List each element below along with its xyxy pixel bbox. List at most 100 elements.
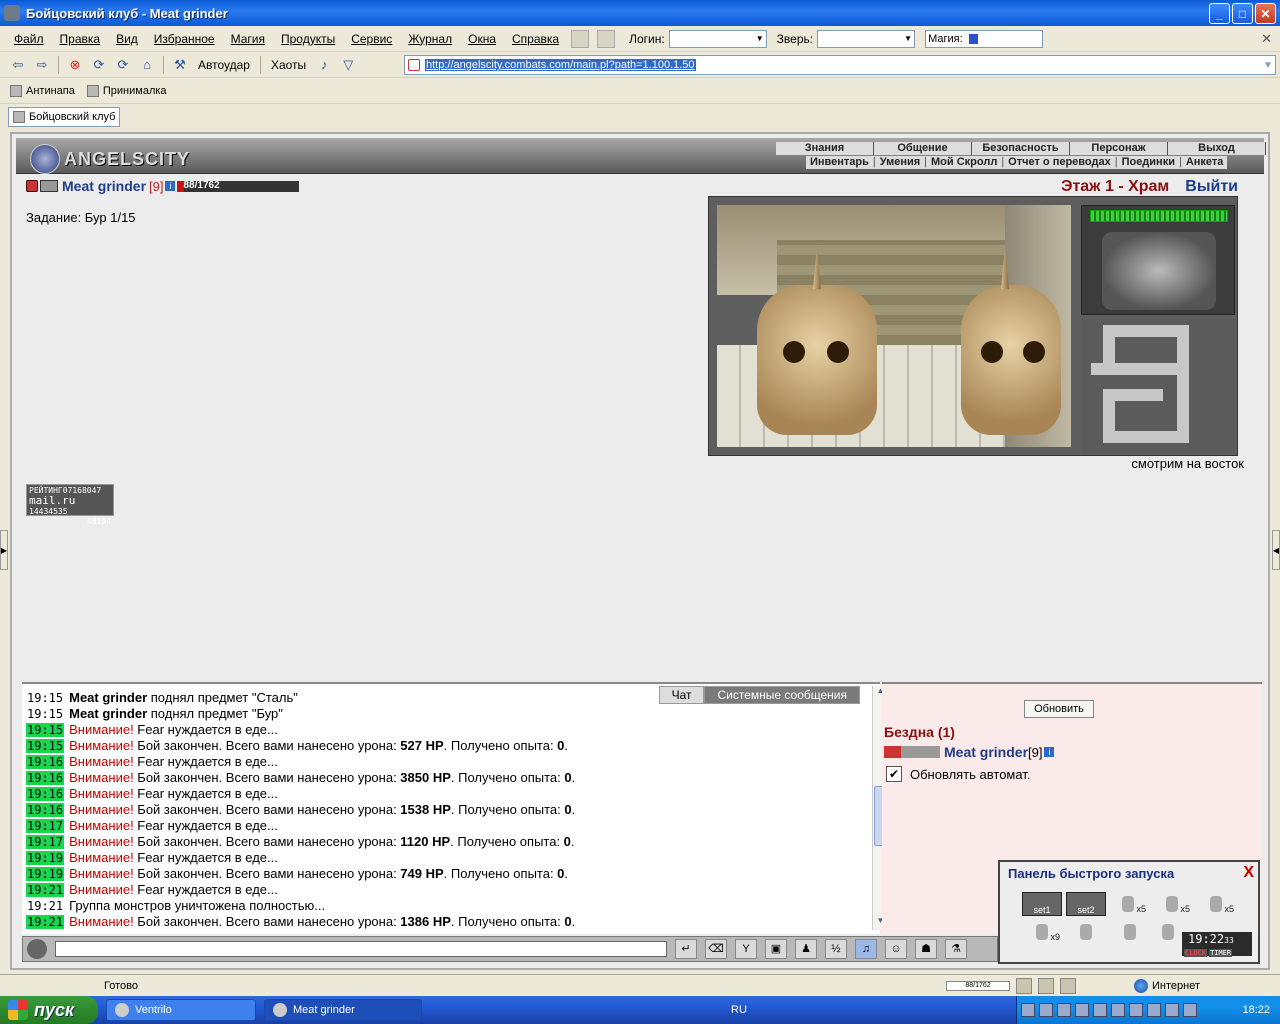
nav-exit[interactable]: Выход (1168, 142, 1266, 155)
chat-timestamp[interactable]: 19:16 (26, 787, 65, 801)
nav-character[interactable]: Персонаж (1070, 142, 1168, 155)
address-url[interactable]: http://angelscity.combats.com/main.pl?pa… (425, 59, 696, 71)
start-button[interactable]: пуск (0, 996, 98, 1024)
address-bar[interactable]: http://angelscity.combats.com/main.pl?pa… (404, 55, 1276, 75)
minimize-button[interactable]: _ (1209, 3, 1230, 24)
item-slot[interactable] (1118, 920, 1148, 944)
potion-slot[interactable]: x5 (1116, 892, 1146, 916)
tray-icon[interactable] (1093, 1003, 1107, 1017)
potion-slot[interactable]: x9 (1030, 920, 1060, 944)
exit-link[interactable]: Выйти (1185, 178, 1238, 196)
left-pane-toggle-icon[interactable]: ▶ (0, 530, 8, 570)
timer-mode-button[interactable]: TIMER (1209, 949, 1233, 957)
chat-timestamp[interactable]: 19:15 (26, 739, 65, 753)
language-indicator[interactable]: RU (731, 1004, 747, 1016)
filter-icon[interactable]: Y (735, 939, 757, 959)
nav-communication[interactable]: Общение (874, 142, 972, 155)
tray-icon[interactable] (1075, 1003, 1089, 1017)
tab-chat[interactable]: Чат (658, 686, 705, 704)
refresh-button[interactable]: Обновить (1024, 700, 1094, 718)
tray-icon[interactable] (1183, 1003, 1197, 1017)
tab-fight-club[interactable]: Бойцовский клуб (8, 107, 121, 127)
computer-icon[interactable] (1060, 977, 1076, 994)
taskbar-ventrilo[interactable]: Ventrilo (106, 999, 256, 1021)
menu-edit[interactable]: Правка (52, 32, 109, 46)
menu-view[interactable]: Вид (108, 32, 146, 46)
chat-input[interactable] (55, 941, 667, 957)
menu-windows[interactable]: Окна (460, 32, 504, 46)
chaos-dropdown[interactable]: Хаоты (265, 58, 312, 72)
back-icon[interactable]: ⇦ (8, 55, 28, 75)
tray-icon[interactable] (1057, 1003, 1071, 1017)
nav-my-scroll[interactable]: Мой Скролл (927, 156, 1001, 169)
menu-file[interactable]: Файл (6, 32, 52, 46)
maximize-button[interactable]: □ (1232, 3, 1253, 24)
chat-timestamp[interactable]: 19:21 (26, 899, 64, 913)
chat-timestamp[interactable]: 19:19 (26, 867, 65, 881)
clock-icon[interactable] (1016, 977, 1032, 994)
right-pane-toggle-icon[interactable]: ◀ (1272, 530, 1280, 570)
game-logo[interactable]: ANGELSCITY (30, 144, 190, 174)
auto-refresh-option[interactable]: ✔ Обновлять автомат. (886, 766, 1030, 782)
filter-icon[interactable]: ▽ (338, 55, 358, 75)
beast-select[interactable]: ▼ (817, 29, 916, 48)
chat-timestamp[interactable]: 19:15 (26, 707, 64, 721)
skull-monster[interactable] (757, 245, 877, 435)
tab-system-messages[interactable]: Системные сообщения (704, 686, 860, 704)
music-icon[interactable]: ♫ (855, 939, 877, 959)
chat-timestamp[interactable]: 19:17 (26, 819, 65, 833)
movement-compass[interactable] (1102, 232, 1216, 310)
info-icon[interactable]: i (1044, 747, 1055, 757)
tools-icon[interactable]: ⚒ (170, 55, 190, 75)
home-icon[interactable]: ⌂ (137, 55, 157, 75)
link-receiver[interactable]: Принималка (86, 84, 167, 97)
skull-monster[interactable] (961, 245, 1061, 435)
nav-transfer-report[interactable]: Отчет о переводах (1004, 156, 1115, 169)
clock-mode-button[interactable]: CLOCK (1184, 949, 1208, 957)
save-icon[interactable]: ▣ (765, 939, 787, 959)
lightbulb-icon[interactable] (597, 29, 616, 48)
chat-timestamp[interactable]: 19:16 (26, 771, 65, 785)
set2-slot[interactable]: set2 (1066, 892, 1106, 916)
tray-icon[interactable] (1111, 1003, 1125, 1017)
set1-slot[interactable]: set1 (1022, 892, 1062, 916)
link-antinapa[interactable]: Антинапа (10, 84, 75, 97)
nav-skills[interactable]: Умения (876, 156, 924, 169)
online-user-name[interactable]: Meat grinder (944, 744, 1028, 760)
chat-timestamp[interactable]: 19:19 (26, 851, 65, 865)
auto-refresh-checkbox[interactable]: ✔ (886, 766, 902, 782)
nav-profile[interactable]: Анкета (1182, 156, 1228, 169)
item-slot[interactable] (1074, 920, 1104, 944)
chat-avatar-icon[interactable] (27, 939, 47, 959)
tray-icon[interactable] (1147, 1003, 1161, 1017)
dungeon-view[interactable] (717, 205, 1071, 447)
close-button[interactable]: ✕ (1255, 3, 1276, 24)
nav-inventory[interactable]: Инвентарь (806, 156, 873, 169)
chat-timestamp[interactable]: 19:21 (26, 883, 65, 897)
chat-timestamp[interactable]: 19:21 (26, 915, 65, 929)
warning-icon[interactable] (1038, 977, 1054, 994)
refresh-all-icon[interactable]: ⟳ (113, 55, 133, 75)
autohit-dropdown[interactable]: Автоудар (192, 58, 256, 72)
quick-launch-close-icon[interactable]: X (1243, 864, 1254, 882)
chat-timestamp[interactable]: 19:16 (26, 755, 65, 769)
menu-favorites[interactable]: Избранное (146, 32, 223, 46)
taskbar-meat-grinder[interactable]: Meat grinder (264, 999, 422, 1021)
send-icon[interactable]: ↵ (675, 939, 697, 959)
nav-security[interactable]: Безопасность (972, 142, 1070, 155)
chat-timestamp[interactable]: 19:16 (26, 803, 65, 817)
forward-icon[interactable]: ⇨ (32, 55, 52, 75)
info-icon[interactable]: i (165, 181, 176, 191)
mailru-rating-counter[interactable]: РЕЙТИНГ07168047 mail.ru 14434535 48194 (26, 484, 114, 526)
menu-help[interactable]: Справка (504, 32, 567, 46)
sound-icon[interactable]: ♪ (314, 55, 334, 75)
chat-timestamp[interactable]: 19:15 (26, 691, 64, 705)
menubar-close-icon[interactable]: ✕ (1261, 31, 1272, 47)
chat-timestamp[interactable]: 19:15 (26, 723, 65, 737)
eraser-icon[interactable]: ⌫ (705, 939, 727, 959)
menu-products[interactable]: Продукты (273, 32, 343, 46)
tray-icon[interactable] (1129, 1003, 1143, 1017)
chat-timestamp[interactable]: 19:17 (26, 835, 65, 849)
nav-knowledge[interactable]: Знания (776, 142, 874, 155)
menu-magic[interactable]: Магия (223, 32, 273, 46)
